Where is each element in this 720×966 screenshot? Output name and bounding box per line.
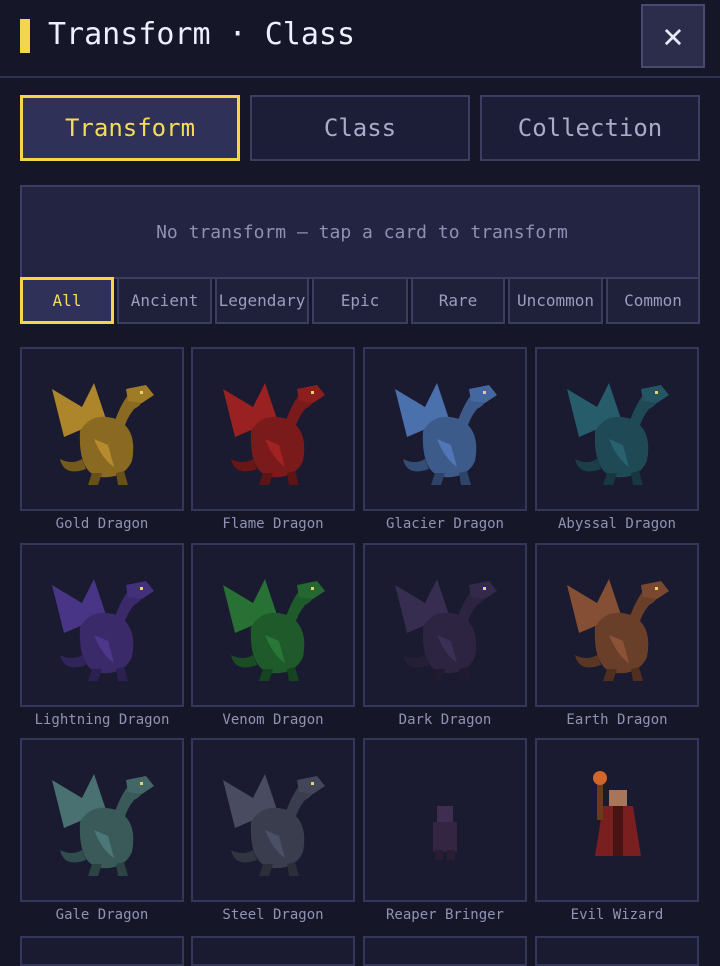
page-title: Transform · Class [48,17,356,52]
header-bar: Transform · Class ✕ [0,0,720,78]
dark-dragon-icon [395,579,497,681]
tab-class[interactable]: Class [250,95,470,161]
card-glacier-dragon[interactable] [363,347,527,511]
card-label: Reaper Bringer [385,907,504,923]
card-flame-dragon[interactable] [191,347,355,511]
card-steel-dragon[interactable] [191,738,355,902]
card-dark-dragon[interactable] [363,543,527,707]
evil-wizard-icon [593,771,641,856]
card-label: Lightning Dragon [34,712,170,728]
flame-dragon-icon [223,383,325,485]
card-label: Flame Dragon [222,516,324,532]
filter-uncommon[interactable]: Uncommon [508,277,603,324]
card-label: Glacier Dragon [385,516,504,532]
card-abyssal-dragon[interactable] [535,347,699,511]
card-lightning-dragon[interactable] [20,543,184,707]
card-label: Earth Dragon [566,712,668,728]
reaper-bringer-icon [433,806,457,860]
card-gale-dragon[interactable] [20,738,184,902]
gold-dragon-icon [52,383,154,485]
gale-dragon-icon [52,774,154,876]
filter-all[interactable]: All [20,277,114,324]
steel-dragon-icon [223,774,325,876]
transform-status-panel: No transform — tap a card to transform [20,185,700,279]
card-label: Venom Dragon [222,712,324,728]
filter-common[interactable]: Common [606,277,700,324]
venom-dragon-icon [223,579,325,681]
abyssal-dragon-icon [567,383,669,485]
card-next-row[interactable] [191,936,355,966]
lightning-dragon-icon [52,579,154,681]
card-next-row[interactable] [363,936,527,966]
card-venom-dragon[interactable] [191,543,355,707]
title-accent-bar [20,19,30,53]
filter-legendary[interactable]: Legendary [215,277,309,324]
card-next-row[interactable] [535,936,699,966]
filter-rare[interactable]: Rare [411,277,505,324]
card-label: Evil Wizard [570,907,664,923]
card-label: Dark Dragon [398,712,492,728]
card-reaper-bringer[interactable] [363,738,527,902]
earth-dragon-icon [567,579,669,681]
close-button[interactable]: ✕ [641,4,705,68]
close-icon: ✕ [662,16,684,56]
card-gold-dragon[interactable] [20,347,184,511]
transform-status-text: No transform — tap a card to transform [156,222,568,243]
tab-transform[interactable]: Transform [20,95,240,161]
card-next-row[interactable] [20,936,184,966]
card-label: Gold Dragon [55,516,149,532]
card-label: Steel Dragon [222,907,324,923]
card-label: Gale Dragon [55,907,149,923]
card-evil-wizard[interactable] [535,738,699,902]
glacier-dragon-icon [395,383,497,485]
tab-collection[interactable]: Collection [480,95,700,161]
card-earth-dragon[interactable] [535,543,699,707]
card-label: Abyssal Dragon [557,516,676,532]
filter-ancient[interactable]: Ancient [117,277,212,324]
filter-epic[interactable]: Epic [312,277,408,324]
